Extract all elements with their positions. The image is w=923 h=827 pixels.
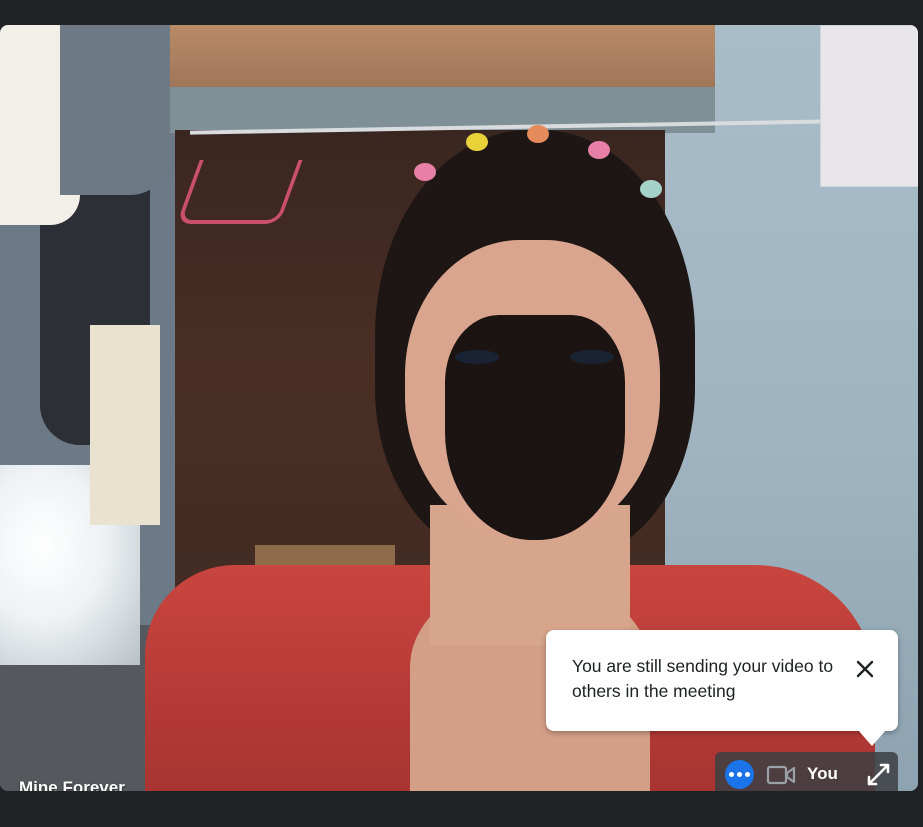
hair-bead (466, 133, 488, 151)
hair-bead (588, 141, 610, 159)
bottom-strip (0, 791, 923, 827)
hair-bead (527, 125, 549, 143)
close-notice-button[interactable] (850, 654, 880, 684)
hair-bead (414, 163, 436, 181)
self-view-label: You (807, 764, 838, 783)
video-notice-tooltip: You are still sending your video to othe… (546, 630, 898, 731)
expand-icon (867, 763, 890, 786)
meeting-stage: Mine Forever You are still sending your … (0, 0, 923, 827)
scene-clothes-grey (60, 25, 170, 195)
scene-clothes-beige (90, 325, 160, 525)
close-icon (856, 660, 874, 678)
scene-poster (820, 25, 918, 187)
more-options-icon (729, 772, 750, 777)
video-notice-message: You are still sending your video to othe… (572, 656, 834, 701)
person-eye-right (570, 350, 614, 364)
tooltip-pointer (858, 730, 886, 746)
person-face-mask (445, 315, 625, 540)
person-eye-left (455, 350, 499, 364)
videocam-icon (766, 765, 796, 785)
participant-name-label: Mine Forever (19, 778, 125, 791)
scene-beam (120, 25, 715, 87)
hair-bead (640, 180, 662, 198)
more-options-button[interactable] (725, 760, 754, 789)
expand-button[interactable] (865, 761, 892, 788)
